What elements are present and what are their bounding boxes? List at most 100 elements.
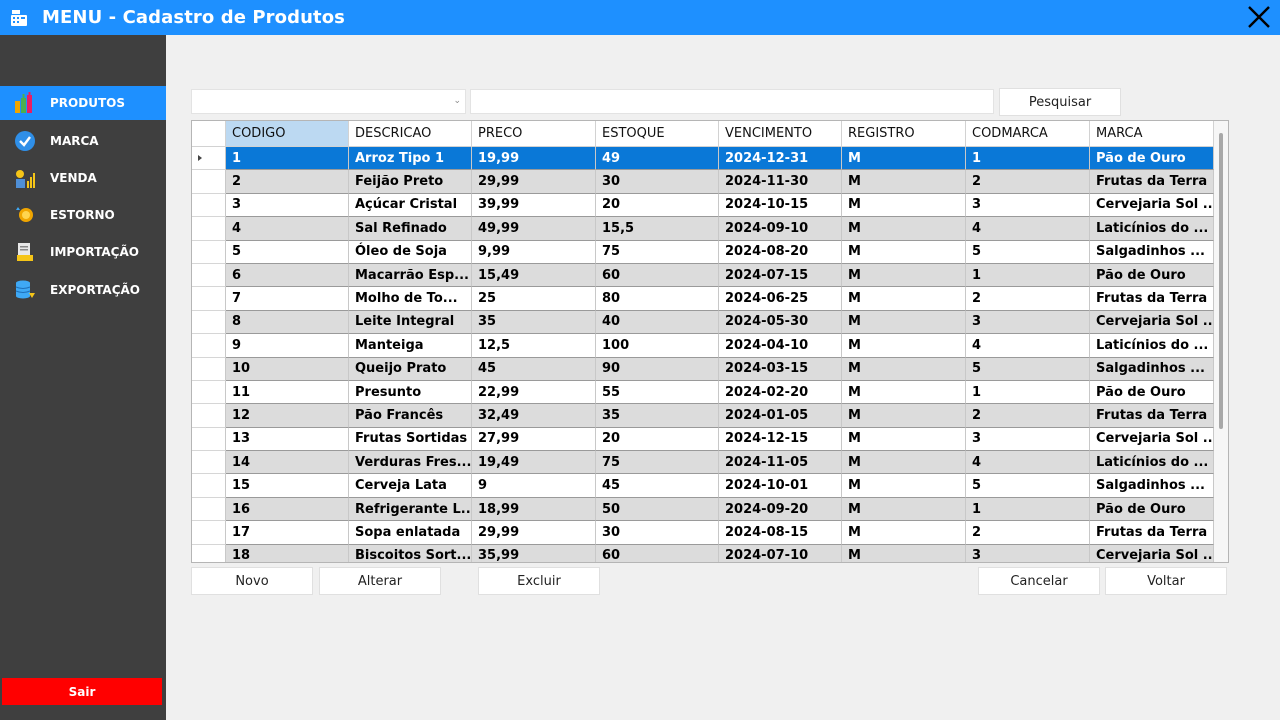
table-cell[interactable]: 32,49	[472, 404, 596, 428]
close-icon[interactable]	[1246, 4, 1272, 30]
table-cell[interactable]: 10	[226, 357, 349, 381]
table-cell[interactable]: M	[842, 474, 966, 498]
table-cell[interactable]: 4	[226, 217, 349, 241]
search-button[interactable]: Pesquisar	[999, 88, 1121, 116]
table-row[interactable]: 11 Presunto 22,99 55 2024-02-20 M 1 Pão de Ouro	[192, 380, 1214, 405]
table-cell[interactable]: M	[842, 451, 966, 475]
table-cell[interactable]: 3	[966, 310, 1090, 335]
table-cell[interactable]: 75	[596, 240, 719, 264]
table-cell[interactable]: 18	[226, 544, 349, 562]
table-row[interactable]: 8 Leite Integral 35 40 2024-05-30 M 3 Cervejari…	[192, 310, 1214, 335]
table-cell[interactable]: 5	[226, 240, 349, 264]
row-header[interactable]	[192, 521, 226, 545]
table-row[interactable]: 7 Molho de To... 25 80 2024-06-25 M 2 Frutas da…	[192, 287, 1214, 311]
table-cell[interactable]: 2024-03-15	[719, 357, 842, 381]
column-header-marca[interactable]: MARCA	[1090, 121, 1214, 147]
table-row[interactable]: 3 Açúcar Cristal 39,99 20 2024-10-15 M 3 Cervej…	[192, 193, 1214, 218]
table-cell[interactable]: 2	[966, 521, 1090, 545]
table-cell[interactable]: Laticínios do ...	[1090, 451, 1214, 475]
table-cell[interactable]: 2024-10-01	[719, 474, 842, 498]
new-button[interactable]: Novo	[191, 567, 313, 595]
table-cell[interactable]: 35	[596, 404, 719, 428]
table-cell[interactable]: Pão Francês	[349, 404, 472, 428]
table-cell[interactable]: Cervejaria Sol ...	[1090, 544, 1214, 562]
table-cell[interactable]: 1	[966, 263, 1090, 288]
column-header-codmarca[interactable]: CODMARCA	[966, 121, 1090, 147]
table-cell[interactable]: 2024-10-15	[719, 193, 842, 218]
table-cell[interactable]: 13	[226, 427, 349, 452]
table-cell[interactable]: M	[842, 544, 966, 562]
table-cell[interactable]: 80	[596, 287, 719, 311]
table-cell[interactable]: Frutas da Terra	[1090, 287, 1214, 311]
row-header[interactable]	[192, 287, 226, 311]
table-cell[interactable]: 2024-06-25	[719, 287, 842, 311]
table-cell[interactable]: 50	[596, 497, 719, 522]
table-cell[interactable]: 8	[226, 310, 349, 335]
table-cell[interactable]: 1	[966, 147, 1090, 171]
table-cell[interactable]: 2	[226, 170, 349, 194]
table-cell[interactable]: 15,5	[596, 217, 719, 241]
column-header-descricao[interactable]: DESCRICAO	[349, 121, 472, 147]
column-header-preco[interactable]: PRECO	[472, 121, 596, 147]
table-cell[interactable]: M	[842, 147, 966, 171]
row-header[interactable]	[192, 334, 226, 358]
table-cell[interactable]: 20	[596, 193, 719, 218]
table-cell[interactable]: Pão de Ouro	[1090, 147, 1214, 171]
sidebar-item-exportacao[interactable]: EXPORTAÇÃO	[0, 273, 166, 307]
table-cell[interactable]: 4	[966, 334, 1090, 358]
table-cell[interactable]: Laticínios do ...	[1090, 334, 1214, 358]
table-row[interactable]: 1 Arroz Tipo 1 19,99 49 2024-12-31 M 1 Pão de O…	[192, 147, 1214, 171]
table-cell[interactable]: 45	[596, 474, 719, 498]
table-cell[interactable]: 2024-12-15	[719, 427, 842, 452]
table-cell[interactable]: 60	[596, 544, 719, 562]
column-header-codigo[interactable]: CODIGO	[226, 121, 349, 147]
table-row[interactable]: 4 Sal Refinado 49,99 15,5 2024-09-10 M 4 Laticí…	[192, 217, 1214, 241]
table-cell[interactable]: 35,99	[472, 544, 596, 562]
table-cell[interactable]: Feijão Preto	[349, 170, 472, 194]
table-cell[interactable]: Presunto	[349, 380, 472, 405]
table-cell[interactable]: 4	[966, 217, 1090, 241]
table-cell[interactable]: M	[842, 170, 966, 194]
table-cell[interactable]: M	[842, 357, 966, 381]
edit-button[interactable]: Alterar	[319, 567, 441, 595]
table-cell[interactable]: 15	[226, 474, 349, 498]
row-header[interactable]	[192, 380, 226, 405]
table-cell[interactable]: 2024-01-05	[719, 404, 842, 428]
table-cell[interactable]: Frutas Sortidas	[349, 427, 472, 452]
table-cell[interactable]: 12,5	[472, 334, 596, 358]
table-cell[interactable]: 1	[966, 380, 1090, 405]
search-input[interactable]	[470, 89, 994, 114]
table-cell[interactable]: Laticínios do ...	[1090, 217, 1214, 241]
cancel-button[interactable]: Cancelar	[978, 567, 1100, 595]
table-cell[interactable]: Salgadinhos ...	[1090, 357, 1214, 381]
row-header[interactable]	[192, 263, 226, 288]
table-cell[interactable]: Frutas da Terra	[1090, 170, 1214, 194]
table-cell[interactable]: M	[842, 404, 966, 428]
table-cell[interactable]: Manteiga	[349, 334, 472, 358]
table-row[interactable]: 17 Sopa enlatada 29,99 30 2024-08-15 M 2 Frutas…	[192, 521, 1214, 545]
table-cell[interactable]: 29,99	[472, 521, 596, 545]
table-cell[interactable]: 22,99	[472, 380, 596, 405]
filter-select[interactable]: ⌄	[191, 89, 466, 114]
table-cell[interactable]: M	[842, 427, 966, 452]
table-cell[interactable]: 12	[226, 404, 349, 428]
table-row[interactable]: 10 Queijo Prato 45 90 2024-03-15 M 5 Salgadinho…	[192, 357, 1214, 381]
table-cell[interactable]: 29,99	[472, 170, 596, 194]
sidebar-item-marca[interactable]: MARCA	[0, 124, 166, 158]
table-cell[interactable]: 40	[596, 310, 719, 335]
table-cell[interactable]: M	[842, 287, 966, 311]
table-cell[interactable]: Sal Refinado	[349, 217, 472, 241]
table-cell[interactable]: 2024-07-15	[719, 263, 842, 288]
table-cell[interactable]: 3	[966, 193, 1090, 218]
table-cell[interactable]: 3	[966, 544, 1090, 562]
table-cell[interactable]: Arroz Tipo 1	[349, 147, 472, 171]
table-cell[interactable]: Molho de To...	[349, 287, 472, 311]
table-cell[interactable]: 9,99	[472, 240, 596, 264]
table-cell[interactable]: 27,99	[472, 427, 596, 452]
table-cell[interactable]: 9	[226, 334, 349, 358]
table-row[interactable]: 9 Manteiga 12,5 100 2024-04-10 M 4 Laticínios d…	[192, 334, 1214, 358]
table-cell[interactable]: 11	[226, 380, 349, 405]
chevron-down-icon[interactable]: ⌄	[453, 96, 461, 106]
table-cell[interactable]: Pão de Ouro	[1090, 380, 1214, 405]
table-cell[interactable]: 5	[966, 474, 1090, 498]
